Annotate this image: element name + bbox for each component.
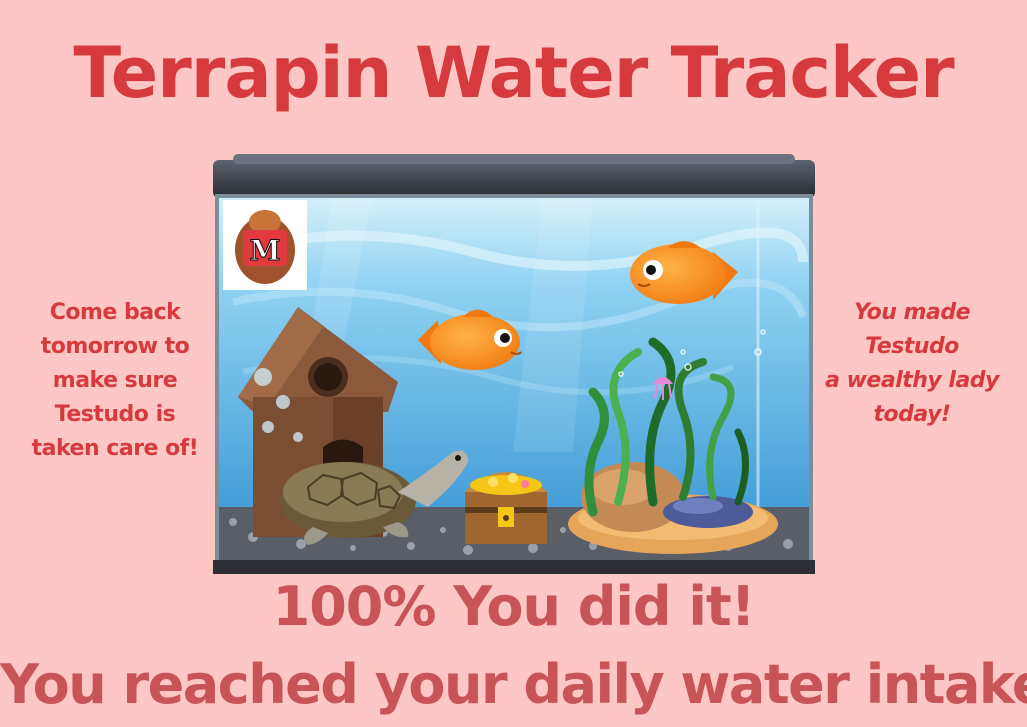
left-note: Come back tomorrow to make sure Testudo … [20,296,210,466]
progress-status-text: You did it! [453,575,755,638]
progress-percent: 100% [272,575,437,638]
left-note-line: taken care of! [31,436,199,461]
right-note-line: You made [854,300,970,325]
treasure-chest [465,472,547,544]
completion-message: You reached your daily water intake! [0,653,1027,716]
aquarium-illustration: M [213,152,815,574]
left-note-line: Testudo is [54,402,176,427]
jellyfish [653,377,673,400]
page-title: Terrapin Water Tracker [73,32,954,114]
left-note-line: make sure [52,368,178,393]
right-note-line: today! [873,402,951,427]
left-note-line: tomorrow to [40,334,190,359]
left-note-line: Come back [49,300,181,325]
tank-lid [213,160,815,198]
right-note: You made Testudo a wealthy lady today! [817,296,1007,432]
right-note-line: Testudo [865,334,959,359]
logo-letter: M [250,234,281,267]
maryland-logo: M [223,200,307,290]
progress-status: 100% You did it! [0,577,1027,637]
right-note-line: a wealthy lady [825,368,999,393]
